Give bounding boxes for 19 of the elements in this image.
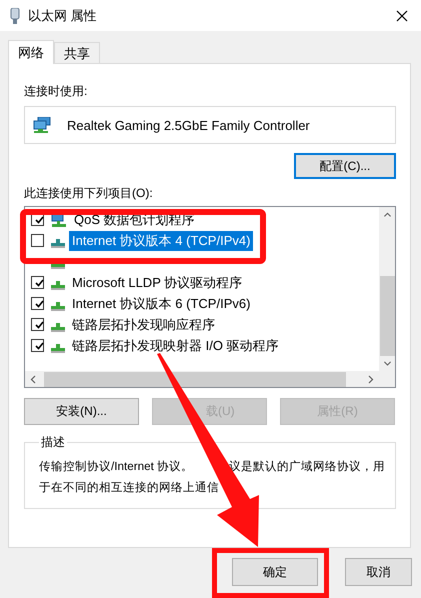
list-item[interactable]: Internet 协议版本 4 (TCP/IPv4) bbox=[69, 230, 254, 250]
configure-button[interactable]: 配置(C)... bbox=[294, 153, 396, 179]
dialog-button[interactable]: 取消 bbox=[345, 558, 412, 586]
list-item[interactable]: Microsoft LLDP 协议驱动程序 bbox=[69, 272, 246, 292]
section-label: 此连接使用下列项目(O): bbox=[24, 185, 154, 202]
description-text: 于在不同的相互连接的网络上通信 bbox=[39, 480, 219, 496]
description-text: 传输控制协议/Internet 协议。 bbox=[39, 459, 194, 475]
list-item[interactable]: 链路层拓扑发现映射器 I/O 驱动程序 bbox=[69, 336, 282, 356]
action-button[interactable]: 安装(N)... bbox=[24, 398, 139, 425]
tab[interactable]: 共享 bbox=[54, 42, 100, 63]
window-title: 以太网 属性 bbox=[28, 6, 97, 24]
adapter-field: Realtek Gaming 2.5GbE Family Controller bbox=[24, 106, 396, 144]
tab[interactable]: 网络 bbox=[8, 40, 54, 64]
description-text: 议是默认的广域网络协议，用 bbox=[229, 459, 386, 475]
dialog-button[interactable]: 确定 bbox=[232, 558, 318, 586]
list-item[interactable]: 链路层拓扑发现响应程序 bbox=[69, 314, 218, 334]
list-item[interactable]: Internet 协议版本 6 (TCP/IPv6) bbox=[69, 294, 254, 314]
group-title: 描述 bbox=[40, 434, 66, 451]
section-label: 连接时使用: bbox=[24, 83, 88, 100]
